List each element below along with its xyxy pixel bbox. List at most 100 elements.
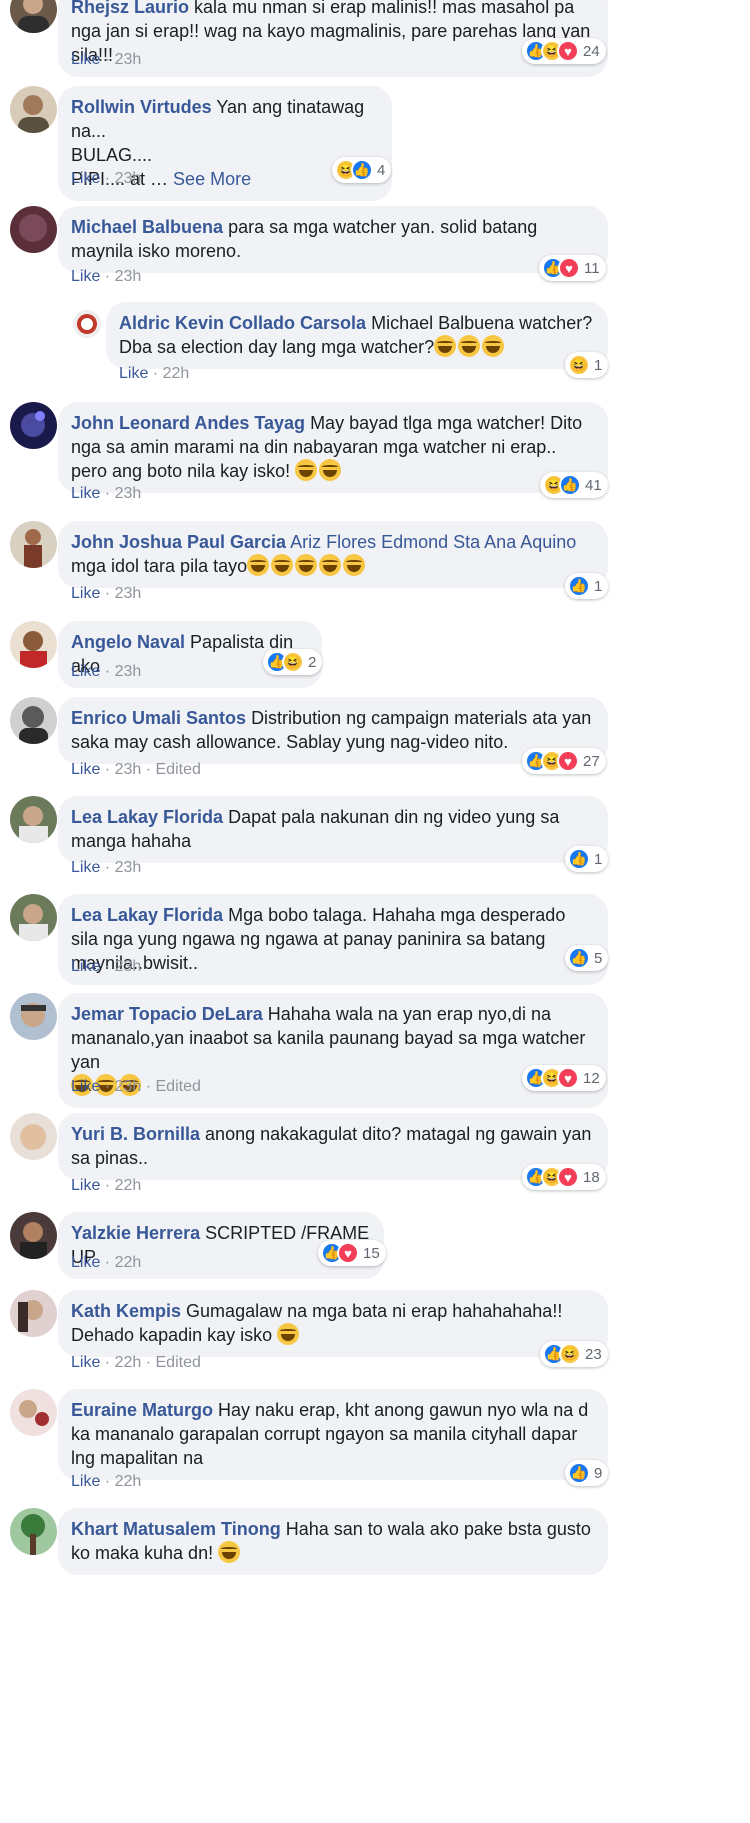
comment-author[interactable]: Jemar Topacio DeLara <box>71 1004 263 1024</box>
comment-meta: Like · 23h <box>71 859 142 876</box>
comment-author[interactable]: Angelo Naval <box>71 632 185 652</box>
avatar[interactable] <box>10 521 57 568</box>
reaction-summary[interactable]: 👍 😆 ♥ 18 <box>522 1164 606 1190</box>
comment-meta: Like · 23h <box>71 268 142 285</box>
reaction-summary[interactable]: 😆 1 <box>565 352 609 378</box>
comment-author[interactable]: John Leonard Andes Tayag <box>71 413 305 433</box>
avatar[interactable] <box>10 796 57 843</box>
like-link[interactable]: Like <box>71 1354 100 1371</box>
comment-author[interactable]: Yalzkie Herrera <box>71 1223 200 1243</box>
like-link[interactable]: Like <box>71 268 100 285</box>
timestamp[interactable]: 23h <box>115 268 142 285</box>
timestamp[interactable]: 23h <box>115 859 142 876</box>
reaction-summary[interactable]: 😆 👍 4 <box>332 157 392 183</box>
reaction-summary[interactable]: 👍 😆 ♥ 24 <box>522 38 606 64</box>
reaction-summary[interactable]: 👍 1 <box>565 573 609 599</box>
like-link[interactable]: Like <box>71 859 100 876</box>
timestamp[interactable]: 22h <box>115 1177 142 1194</box>
comment-bubble: Michael Balbuena para sa mga watcher yan… <box>58 206 608 273</box>
timestamp[interactable]: 22h <box>115 1354 142 1371</box>
avatar[interactable] <box>10 402 57 449</box>
reaction-summary[interactable]: 👍 1 <box>565 846 609 872</box>
like-link[interactable]: Like <box>71 1177 100 1194</box>
timestamp[interactable]: 23h <box>115 663 142 680</box>
like-link[interactable]: Like <box>71 958 100 975</box>
avatar[interactable] <box>10 993 57 1040</box>
reaction-summary[interactable]: 👍 😆 ♥ 27 <box>522 748 606 774</box>
reaction-count: 4 <box>377 161 386 179</box>
timestamp[interactable]: 22h <box>115 1254 142 1271</box>
reaction-summary[interactable]: 👍 😆 ♥ 12 <box>522 1065 606 1091</box>
timestamp[interactable]: 23h <box>115 761 142 778</box>
like-link[interactable]: Like <box>71 663 100 680</box>
like-reaction-icon: 👍 <box>568 947 590 969</box>
like-link[interactable]: Like <box>71 585 100 602</box>
reaction-summary[interactable]: 👍 5 <box>565 945 609 971</box>
see-more-link[interactable]: See More <box>173 169 251 189</box>
avatar[interactable] <box>10 894 57 941</box>
avatar[interactable] <box>10 86 57 133</box>
avatar[interactable] <box>10 0 57 33</box>
reaction-summary[interactable]: 👍 😆 2 <box>263 649 323 675</box>
comment-bubble: Kath Kempis Gumagalaw na mga bata ni era… <box>58 1290 608 1357</box>
timestamp[interactable]: 22h <box>115 1473 142 1490</box>
reaction-summary[interactable]: 👍 ♥ 11 <box>539 255 606 281</box>
timestamp[interactable]: 23h <box>115 51 142 68</box>
reaction-count: 1 <box>594 356 603 374</box>
reaction-count: 15 <box>363 1244 380 1262</box>
edited-label[interactable]: Edited <box>156 1078 201 1095</box>
comment-author[interactable]: Enrico Umali Santos <box>71 708 246 728</box>
avatar[interactable] <box>10 206 57 253</box>
comment-meta: Like · 23h <box>71 485 142 502</box>
comment-bubble: Euraine Maturgo Hay naku erap, kht anong… <box>58 1389 608 1480</box>
comment-bubble: John Joshua Paul Garcia Ariz Flores Edmo… <box>58 521 608 588</box>
edited-label[interactable]: Edited <box>156 761 201 778</box>
reaction-count: 23 <box>585 1345 602 1363</box>
timestamp[interactable]: 23h <box>115 1078 142 1095</box>
avatar[interactable] <box>10 1389 57 1436</box>
like-link[interactable]: Like <box>71 1078 100 1095</box>
avatar[interactable] <box>10 1212 57 1259</box>
like-link[interactable]: Like <box>71 485 100 502</box>
comment-author[interactable]: Kath Kempis <box>71 1301 181 1321</box>
edited-label[interactable]: Edited <box>156 1354 201 1371</box>
comment-author[interactable]: Rollwin Virtudes <box>71 97 212 117</box>
like-link[interactable]: Like <box>71 1254 100 1271</box>
comment-author[interactable]: Lea Lakay Florida <box>71 905 223 925</box>
avatar[interactable] <box>10 1290 57 1337</box>
comment-meta: Like · 22h <box>71 1254 142 1271</box>
avatar[interactable] <box>10 1508 57 1555</box>
comment-author[interactable]: Yuri B. Bornilla <box>71 1124 200 1144</box>
love-reaction-icon: ♥ <box>557 40 579 62</box>
like-link[interactable]: Like <box>71 170 100 187</box>
reaction-summary[interactable]: 👍 😆 23 <box>540 1341 608 1367</box>
timestamp[interactable]: 22h <box>163 365 190 382</box>
avatar[interactable] <box>10 1113 57 1160</box>
reaction-count: 5 <box>594 949 603 967</box>
reaction-count: 2 <box>308 653 317 671</box>
comment-author[interactable]: Lea Lakay Florida <box>71 807 223 827</box>
comment-author[interactable]: Aldric Kevin Collado Carsola <box>119 313 366 333</box>
like-link[interactable]: Like <box>71 761 100 778</box>
comment-author[interactable]: Michael Balbuena <box>71 217 223 237</box>
reaction-summary[interactable]: 😆 👍 41 <box>540 472 608 498</box>
timestamp[interactable]: 23h <box>115 585 142 602</box>
laughing-emoji <box>295 459 318 481</box>
laughing-emoji <box>319 554 342 576</box>
comment-author[interactable]: Khart Matusalem Tinong <box>71 1519 281 1539</box>
tagged-names-link[interactable]: Ariz Flores Edmond Sta Ana Aquino <box>290 532 576 552</box>
timestamp[interactable]: 23h <box>115 170 142 187</box>
like-link[interactable]: Like <box>119 365 148 382</box>
reaction-summary[interactable]: 👍 9 <box>565 1460 609 1486</box>
like-link[interactable]: Like <box>71 1473 100 1490</box>
comment-author[interactable]: Rhejsz Laurio <box>71 0 189 17</box>
comment-author[interactable]: John Joshua Paul Garcia <box>71 532 286 552</box>
timestamp[interactable]: 23h <box>115 958 142 975</box>
comment-author[interactable]: Euraine Maturgo <box>71 1400 213 1420</box>
avatar[interactable] <box>10 697 57 744</box>
reaction-summary[interactable]: 👍 ♥ 15 <box>318 1240 386 1266</box>
avatar[interactable] <box>10 621 57 668</box>
avatar[interactable] <box>73 310 101 338</box>
like-link[interactable]: Like <box>71 51 100 68</box>
timestamp[interactable]: 23h <box>115 485 142 502</box>
